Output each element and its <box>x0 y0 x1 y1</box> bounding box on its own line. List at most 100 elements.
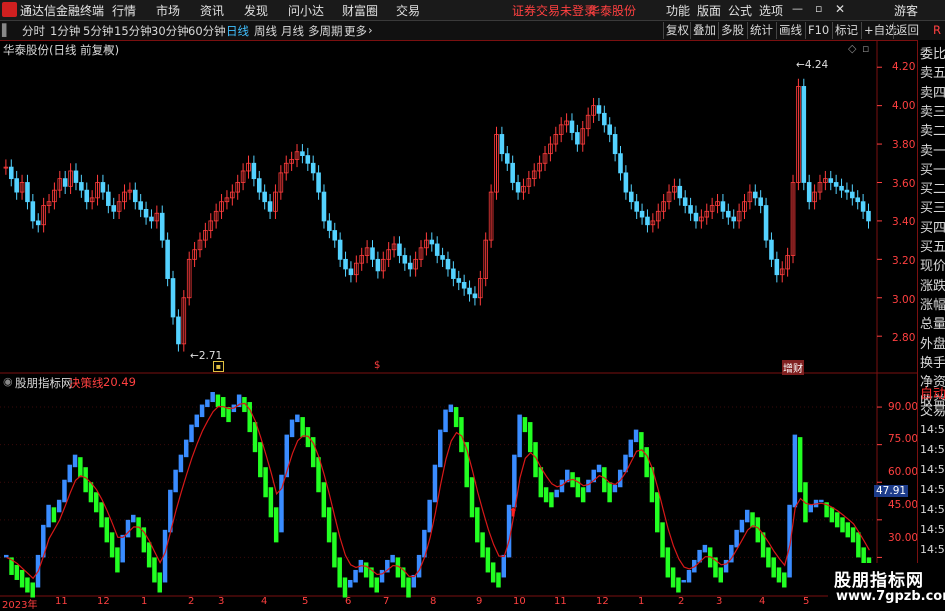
indicator-bar <box>205 399 210 408</box>
candle-body <box>855 197 861 203</box>
indicator-bar <box>189 424 194 443</box>
candle-body <box>569 120 575 133</box>
tick-time: 14:56 <box>920 503 945 516</box>
indicator-bar <box>586 479 591 493</box>
period-daily[interactable]: 日线 <box>226 23 249 39</box>
indicator-bar <box>268 487 274 518</box>
x-tick-label: 4 <box>759 596 766 607</box>
indicator-bar <box>438 429 443 468</box>
period-more[interactable]: 更多 <box>344 23 367 39</box>
y-tick-label: 3.00 <box>892 294 916 306</box>
candle-body <box>440 255 445 260</box>
candle-body <box>634 201 639 212</box>
indicator-bar <box>115 547 120 573</box>
menu-item-wealth[interactable]: 财富圈 <box>342 2 378 19</box>
indicator-bar <box>834 512 840 528</box>
candle-body <box>628 191 634 203</box>
menu-function[interactable]: 功能 <box>666 2 690 19</box>
capital-increase-marker[interactable]: 增财 <box>782 360 804 375</box>
period-60min[interactable]: 60分钟 <box>188 23 226 39</box>
mark-button[interactable]: 标记 <box>832 22 860 39</box>
period-15min[interactable]: 15分钟 <box>114 23 152 39</box>
chevron-right-icon[interactable]: › <box>368 23 373 37</box>
menu-item-discover[interactable]: 发现 <box>244 2 268 19</box>
period-intraday[interactable]: 分时 <box>22 23 45 39</box>
period-monthly[interactable]: 月线 <box>281 23 304 39</box>
indicator-bar <box>575 477 581 498</box>
candle-body <box>833 182 839 187</box>
auto-toggle[interactable]: 自动 <box>920 386 945 403</box>
period-30min[interactable]: 30分钟 <box>151 23 189 39</box>
stock-link[interactable]: 华泰股份 <box>588 2 636 19</box>
period-1min[interactable]: 1分钟 <box>50 23 80 39</box>
f10-button[interactable]: F10 <box>805 22 831 39</box>
back-button[interactable]: 返回 <box>893 22 921 39</box>
buy-signal-arrow-icon: ⬆ <box>508 505 518 519</box>
candle-body <box>860 201 866 212</box>
guest-label[interactable]: 游客 <box>894 2 918 19</box>
menu-formula[interactable]: 公式 <box>728 2 752 19</box>
indicator-bar <box>739 519 745 533</box>
quote-field-label: 卖三 <box>920 104 945 120</box>
close-icon[interactable]: ✕ <box>835 2 845 16</box>
menu-item-news[interactable]: 资讯 <box>200 2 224 19</box>
dividend-marker[interactable]: $ <box>374 360 380 371</box>
candle-body <box>769 239 774 260</box>
indicator-bar <box>639 432 644 458</box>
indicator-bar <box>538 467 544 498</box>
candle-body <box>774 258 780 276</box>
indicator-bar <box>443 409 448 433</box>
minimize-icon[interactable]: — <box>792 2 803 15</box>
indicator-bar <box>46 504 51 528</box>
indicator-bar <box>607 482 612 503</box>
menu-item-trade[interactable]: 交易 <box>396 2 420 19</box>
indicator-series: ⬆ <box>4 392 872 598</box>
menu-item-market[interactable]: 市场 <box>156 2 180 19</box>
period-weekly[interactable]: 周线 <box>254 23 277 39</box>
window-r-button[interactable]: R <box>933 23 941 37</box>
indicator-bar <box>263 467 268 498</box>
multi-stock-button[interactable]: 多股 <box>718 22 746 39</box>
stats-button[interactable]: 统计 <box>747 22 775 39</box>
indicator-bar <box>14 564 20 580</box>
candle-body <box>165 239 170 279</box>
candle-body <box>402 255 408 264</box>
candle-body <box>602 112 607 126</box>
tick-time: 14:56 <box>920 443 945 456</box>
adjust-button[interactable]: 复权 <box>663 22 691 39</box>
overlay-button[interactable]: 叠加 <box>690 22 718 39</box>
settings-circle-icon[interactable]: ◉ <box>104 42 114 55</box>
x-tick-label: 5 <box>803 596 810 607</box>
restore-chart-icon[interactable]: ▫ <box>862 42 869 55</box>
y-tick-label: 3.20 <box>892 255 916 267</box>
trade-tab[interactable]: 交易 <box>920 403 945 420</box>
event-marker-icon[interactable]: ▪ <box>213 361 224 372</box>
login-notice[interactable]: 证券交易未登录 <box>512 2 596 19</box>
period-multi[interactable]: 多周期 <box>308 23 343 39</box>
indicator-bar <box>819 499 824 503</box>
indicator-bar <box>326 507 332 543</box>
menu-layout[interactable]: 版面 <box>697 2 721 19</box>
indicator-bar <box>342 577 348 598</box>
indicator-bar <box>480 532 485 558</box>
candle-body <box>143 208 149 218</box>
menu-item-xiaoda[interactable]: 问小达 <box>288 2 324 19</box>
indicator-bar <box>845 522 851 538</box>
indicator-bar <box>56 499 62 513</box>
period-5min[interactable]: 5分钟 <box>83 23 113 39</box>
restore-icon[interactable]: ▫ <box>815 2 822 15</box>
indicator-bar <box>475 507 480 543</box>
indicator-bar <box>226 407 231 423</box>
quote-field-label: 卖一 <box>920 143 945 159</box>
draw-button[interactable]: 画线 <box>776 22 804 39</box>
indicator-bar <box>686 569 692 583</box>
diamond-icon[interactable]: ◇ <box>848 42 856 55</box>
x-tick-label: 4 <box>261 596 268 607</box>
menu-options[interactable]: 选项 <box>759 2 783 19</box>
menu-item-quotes[interactable]: 行情 <box>112 2 136 19</box>
indicator-settings-icon[interactable]: ◉ <box>3 375 13 388</box>
indicator-bar <box>580 487 586 503</box>
chart-canvas[interactable]: ⬆ <box>0 40 917 609</box>
indicator-bar <box>808 504 813 513</box>
y-tick-label: 4.20 <box>892 61 916 73</box>
